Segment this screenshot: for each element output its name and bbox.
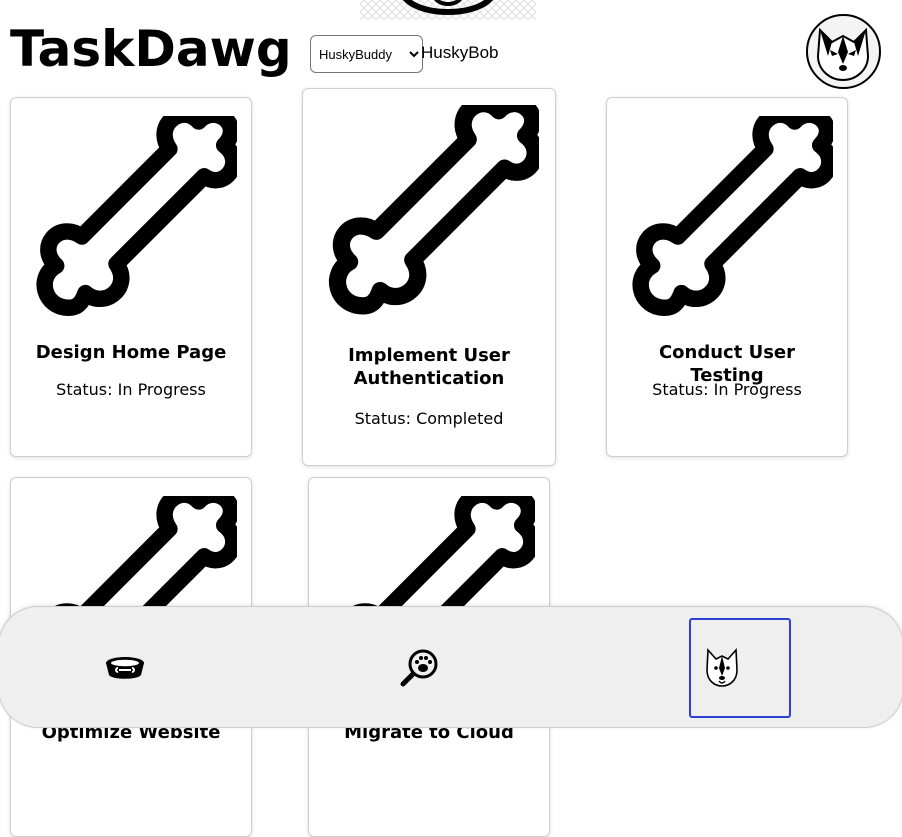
bottom-nav [0, 606, 902, 728]
nav-profile-button[interactable] [689, 618, 791, 718]
user-select[interactable]: HuskyBuddy [310, 35, 423, 73]
task-status: Status: Completed [354, 409, 504, 428]
task-card[interactable]: Implement User Authentication Status: Co… [302, 88, 556, 466]
paw-search-icon [400, 649, 438, 687]
bone-icon [623, 116, 833, 326]
app-title: TaskDawg [10, 20, 292, 78]
task-card[interactable]: Design Home Page Status: In Progress [10, 97, 252, 457]
task-title: Implement User Authentication [348, 345, 510, 389]
dog-bowl-icon [106, 657, 144, 679]
husky-avatar-icon [816, 27, 870, 82]
task-status: Status: In Progress [652, 380, 802, 399]
bone-icon [27, 116, 237, 326]
top-logo-icon [360, 0, 536, 20]
nav-tasks-button[interactable] [89, 625, 161, 711]
nav-search-button[interactable] [383, 625, 455, 711]
task-title: Design Home Page [35, 342, 227, 363]
bone-icon [319, 105, 539, 325]
task-card[interactable]: Conduct User Testing Status: In Progress [606, 97, 848, 457]
husky-icon [706, 648, 738, 687]
user-name: HuskyBob [421, 43, 499, 62]
task-status: Status: In Progress [56, 380, 206, 399]
avatar[interactable] [806, 14, 881, 89]
